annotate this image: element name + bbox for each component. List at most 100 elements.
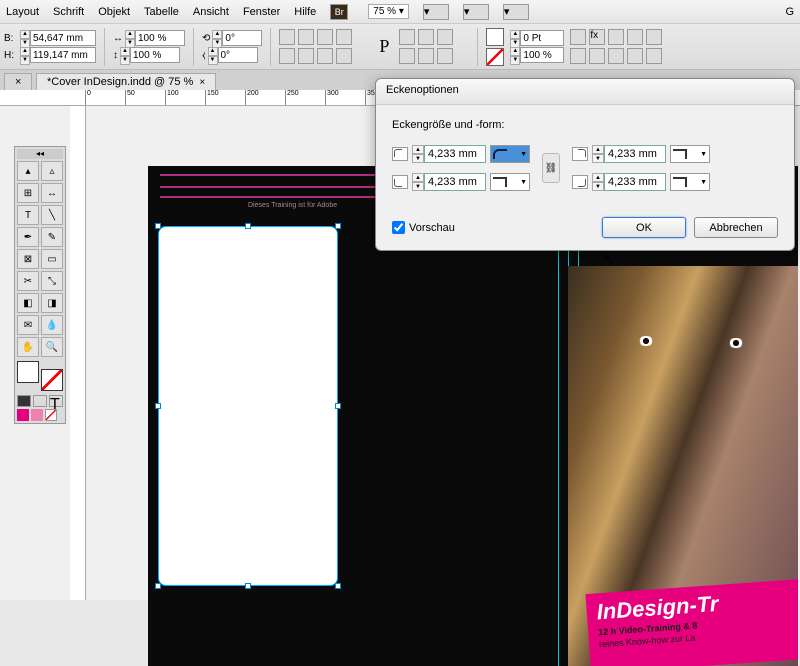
center-icon[interactable] [336, 48, 352, 64]
bottom-right-shape[interactable]: ▼ [670, 173, 710, 191]
scalex-field[interactable] [135, 30, 185, 46]
width-field[interactable] [30, 30, 96, 46]
width-up[interactable]: ▲ [20, 30, 30, 39]
fill-stroke-swatch[interactable] [17, 361, 63, 391]
dialog-title[interactable]: Eckenoptionen [376, 79, 794, 105]
text-frame[interactable]: Dieses Training ist für Adobe [248, 202, 337, 209]
selection-handle[interactable] [155, 403, 161, 409]
document-tab[interactable]: *Cover InDesign.indd @ 75 % × [36, 73, 216, 90]
tr-down[interactable]: ▼ [592, 154, 604, 163]
type-tool[interactable]: T [17, 205, 39, 225]
selection-handle[interactable] [335, 403, 341, 409]
paragraph-icon[interactable]: P [375, 36, 393, 57]
eyedropper-tool[interactable]: 💧 [41, 315, 63, 335]
stroke-color[interactable] [41, 369, 63, 391]
menu-right[interactable]: G [785, 6, 794, 18]
menu-layout[interactable]: Layout [6, 6, 39, 18]
note-tool[interactable]: ✉ [17, 315, 39, 335]
promo-box[interactable]: InDesign-Tr 12 h Video-Training & 8 rein… [585, 578, 798, 666]
fill-swatch[interactable] [486, 28, 504, 46]
arrange-dropdown[interactable]: ▾ [503, 4, 529, 20]
line-tool[interactable]: ╲ [41, 205, 63, 225]
distribute-icon[interactable] [298, 48, 314, 64]
top-left-size[interactable] [424, 145, 486, 163]
page-tool[interactable]: ⊞ [17, 183, 39, 203]
br-down[interactable]: ▼ [592, 182, 604, 191]
zoom-select[interactable]: 75 % ▾ [368, 4, 409, 19]
selection-tool[interactable]: ▴ [17, 161, 39, 181]
stroke-weight-field[interactable] [520, 30, 564, 46]
placed-image[interactable]: InDesign-Tr 12 h Video-Training & 8 rein… [568, 266, 798, 666]
bottom-left-shape[interactable]: ▼ [490, 173, 530, 191]
tab-close-left[interactable]: × [4, 73, 32, 90]
stroke-swatch[interactable] [486, 48, 504, 66]
view-mode-dropdown[interactable]: ▾ [423, 4, 449, 20]
selection-handle[interactable] [155, 583, 161, 589]
gradient-feather-tool[interactable]: ◨ [41, 293, 63, 313]
apply-gradient-icon[interactable] [33, 395, 47, 407]
opacity-field[interactable] [520, 47, 564, 63]
menu-tabelle[interactable]: Tabelle [144, 6, 179, 18]
bottom-left-size[interactable] [424, 173, 486, 191]
gap-tool[interactable]: ↔ [41, 183, 63, 203]
selection-handle[interactable] [245, 583, 251, 589]
tools-header[interactable]: ◂◂ [17, 149, 63, 159]
selection-handle[interactable] [335, 583, 341, 589]
preview-checkbox[interactable]: Vorschau [392, 221, 455, 234]
screen-mode-dropdown[interactable]: ▾ [463, 4, 489, 20]
preview-check-input[interactable] [392, 221, 405, 234]
flip-h-icon[interactable] [279, 29, 295, 45]
menu-objekt[interactable]: Objekt [98, 6, 130, 18]
zoom-tool[interactable]: 🔍 [41, 337, 63, 357]
pen-tool[interactable]: ✒ [17, 227, 39, 247]
gradient-swatch-tool[interactable]: ◧ [17, 293, 39, 313]
color-magenta[interactable] [17, 409, 29, 421]
shear-field[interactable] [218, 47, 258, 63]
close-icon[interactable]: × [199, 77, 205, 88]
free-transform-tool[interactable]: ⤡ [41, 271, 63, 291]
tr-up[interactable]: ▲ [592, 145, 604, 154]
scaley-field[interactable] [130, 47, 180, 63]
bridge-icon[interactable]: Br [330, 4, 348, 20]
apply-text-icon[interactable]: T [49, 395, 63, 407]
selection-handle[interactable] [335, 223, 341, 229]
tl-down[interactable]: ▼ [412, 154, 424, 163]
height-field[interactable] [30, 47, 96, 63]
rectangle-frame-tool[interactable]: ⊠ [17, 249, 39, 269]
rotate-ccw-icon[interactable] [336, 29, 352, 45]
rectangle-tool[interactable]: ▭ [41, 249, 63, 269]
rotate-field[interactable] [222, 30, 262, 46]
top-left-shape[interactable]: ▼ [490, 145, 530, 163]
cancel-button[interactable]: Abbrechen [694, 217, 778, 238]
flip-v-icon[interactable] [298, 29, 314, 45]
top-right-shape[interactable]: ▼ [670, 145, 710, 163]
scissors-tool[interactable]: ✂ [17, 271, 39, 291]
height-down[interactable]: ▼ [20, 56, 30, 65]
height-up[interactable]: ▲ [20, 47, 30, 56]
color-pink[interactable] [31, 409, 43, 421]
bl-down[interactable]: ▼ [412, 182, 424, 191]
tl-up[interactable]: ▲ [412, 145, 424, 154]
menu-fenster[interactable]: Fenster [243, 6, 280, 18]
apply-color-icon[interactable] [17, 395, 31, 407]
menu-hilfe[interactable]: Hilfe [294, 6, 316, 18]
link-corners-icon[interactable]: ⛓ [542, 153, 560, 183]
hand-tool[interactable]: ✋ [17, 337, 39, 357]
pencil-tool[interactable]: ✎ [41, 227, 63, 247]
br-up[interactable]: ▲ [592, 173, 604, 182]
bl-up[interactable]: ▲ [412, 173, 424, 182]
bottom-right-size[interactable] [604, 173, 666, 191]
align-icon[interactable] [279, 48, 295, 64]
ok-button[interactable]: OK [602, 217, 686, 238]
fit-icon[interactable] [317, 48, 333, 64]
menu-ansicht[interactable]: Ansicht [193, 6, 229, 18]
selection-handle[interactable] [155, 223, 161, 229]
selection-handle[interactable] [245, 223, 251, 229]
ruler-vertical[interactable] [70, 106, 86, 600]
direct-selection-tool[interactable]: ▵ [41, 161, 63, 181]
menu-schrift[interactable]: Schrift [53, 6, 84, 18]
rotate-cw-icon[interactable] [317, 29, 333, 45]
color-none[interactable] [45, 409, 57, 421]
top-right-size[interactable] [604, 145, 666, 163]
selected-rectangle[interactable] [158, 226, 338, 586]
